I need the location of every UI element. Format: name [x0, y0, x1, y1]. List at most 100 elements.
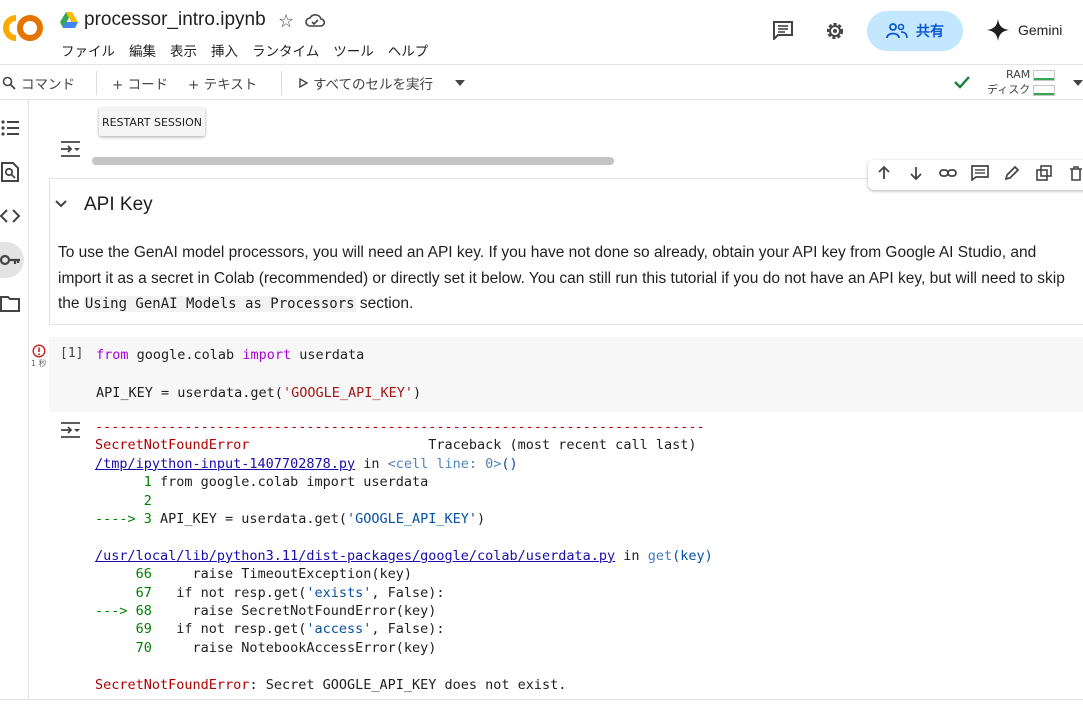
line-number: 67 — [95, 584, 161, 601]
play-icon — [299, 78, 308, 88]
menu-insert[interactable]: 挿入 — [211, 40, 238, 60]
key-icon[interactable] — [0, 249, 22, 271]
gemini-button[interactable]: Gemini — [986, 18, 1062, 42]
error-arrow: ----> 3 — [95, 511, 161, 528]
edit-cell-button[interactable] — [996, 165, 1028, 185]
error-status-icon[interactable] — [32, 344, 46, 358]
final-error-name: SecretNotFoundError — [95, 676, 250, 693]
status-bar — [0, 699, 1083, 713]
menu-bar: ファイル 編集 表示 挿入 ランタイム ツール ヘルプ — [61, 40, 442, 60]
keyword-import: import — [242, 347, 292, 363]
menu-view[interactable]: 表示 — [170, 40, 197, 60]
error-traceback-output: ----------------------------------------… — [95, 418, 713, 694]
arrow-down-icon — [910, 167, 922, 181]
line-number: 69 — [95, 621, 161, 638]
chevron-down-icon[interactable] — [454, 79, 466, 87]
gear-icon[interactable] — [823, 19, 847, 43]
ram-meter — [1033, 69, 1056, 81]
traceback-in: in — [355, 455, 388, 472]
menu-runtime[interactable]: ランタイム — [252, 40, 319, 60]
traceback-args: (key) — [672, 547, 713, 564]
source-line: raise NotebookAccessError(key) — [160, 639, 437, 656]
traceback-divider: ----------------------------------------… — [95, 419, 705, 435]
source-line: raise SecretNotFoundError(key) — [160, 603, 437, 620]
horizontal-scrollbar[interactable] — [92, 157, 614, 165]
module-name: google.colab — [128, 347, 243, 363]
add-text-button[interactable]: + テキスト — [188, 73, 257, 93]
disk-meter — [1033, 84, 1056, 96]
cloud-saved-icon[interactable] — [305, 12, 325, 28]
menu-file[interactable]: ファイル — [61, 40, 115, 60]
import-name: userdata — [291, 347, 365, 363]
ram-label: RAM — [1006, 68, 1031, 81]
run-all-label: すべてのセルを実行 — [313, 77, 434, 93]
traceback-file-link[interactable]: /tmp/ipython-input-1407702878.py — [95, 456, 355, 472]
section-heading: API Key — [84, 194, 153, 215]
cell-toolbar — [868, 160, 1083, 190]
delete-cell-button[interactable] — [1060, 165, 1083, 185]
code-text: ) — [412, 385, 422, 401]
comment-icon[interactable] — [772, 20, 794, 40]
trash-icon — [1070, 166, 1082, 181]
find-in-page-icon[interactable] — [0, 161, 22, 183]
header: processor_intro.ipynb ☆ ファイル 編集 表示 挿入 ラン… — [0, 0, 1083, 64]
add-code-button[interactable]: + コード — [112, 73, 168, 93]
arrow-up-icon — [878, 165, 890, 179]
share-button[interactable]: 共有 — [867, 11, 963, 51]
final-error-message: : Secret GOOGLE_API_KEY does not exist. — [249, 676, 567, 693]
source-line: from google.colab import userdata — [160, 474, 429, 491]
star-icon[interactable]: ☆ — [278, 11, 294, 32]
line-number: 1 — [95, 474, 161, 491]
resource-meter[interactable]: RAM ディスク — [987, 67, 1056, 97]
collapse-section-chevron-icon[interactable] — [53, 196, 69, 212]
add-comment-button[interactable] — [964, 165, 996, 185]
connected-check-icon[interactable] — [953, 74, 971, 90]
keyword-from: from — [96, 347, 129, 363]
output-toggle-icon[interactable] — [60, 140, 82, 158]
colab-logo-icon[interactable] — [0, 10, 46, 46]
error-arrow: ---> 68 — [95, 603, 161, 620]
command-palette-button[interactable]: コマンド — [2, 73, 75, 93]
add-text-label: + テキスト — [188, 77, 258, 93]
chevron-down-icon[interactable] — [1073, 79, 1083, 87]
add-code-label: + コード — [112, 77, 169, 93]
string-literal: 'access' — [306, 621, 372, 638]
command-label: コマンド — [21, 77, 75, 93]
menu-tools[interactable]: ツール — [333, 40, 374, 60]
execution-duration: 1 秒 — [31, 359, 47, 368]
markdown-paragraph: To use the GenAI model processors, you w… — [58, 240, 1068, 318]
gemini-label: Gemini — [1018, 22, 1063, 38]
traceback-in: in — [615, 547, 648, 564]
output-toggle-icon[interactable] — [60, 421, 82, 439]
traceback-paren: () — [501, 455, 518, 472]
string-literal: 'GOOGLE_API_KEY' — [346, 511, 478, 528]
line-number: 66 — [95, 566, 161, 583]
menu-edit[interactable]: 編集 — [129, 40, 156, 60]
copy-link-button[interactable] — [932, 165, 964, 185]
code-line-1: from google.colab import userdata — [96, 346, 364, 364]
source-line: if not resp.get( — [160, 584, 307, 601]
drive-icon[interactable] — [60, 12, 78, 28]
error-name: SecretNotFoundError — [95, 437, 250, 454]
execution-count[interactable]: [1] — [60, 346, 83, 361]
source-line: , False): — [371, 584, 445, 601]
run-all-button[interactable]: すべてのセルを実行 — [298, 73, 433, 93]
divider — [281, 71, 282, 95]
menu-help[interactable]: ヘルプ — [388, 40, 429, 60]
paragraph-text-end: section. — [355, 295, 414, 312]
notebook-title[interactable]: processor_intro.ipynb — [84, 9, 266, 31]
code-snippets-icon[interactable] — [0, 205, 22, 227]
comment-icon — [971, 165, 989, 182]
source-line: API_KEY = userdata.get( — [160, 511, 347, 528]
mirror-cell-button[interactable] — [1028, 165, 1060, 185]
code-text: API_KEY = userdata.get( — [96, 385, 283, 401]
disk-label: ディスク — [987, 83, 1031, 96]
traceback-file-link[interactable]: /usr/local/lib/python3.11/dist-packages/… — [95, 548, 615, 564]
move-cell-up-button[interactable] — [868, 165, 900, 185]
folder-icon[interactable] — [0, 293, 22, 315]
move-cell-down-button[interactable] — [900, 165, 932, 185]
table-of-contents-icon[interactable] — [0, 117, 22, 139]
string-literal: 'exists' — [306, 584, 372, 601]
mirror-cell-icon — [1036, 165, 1052, 181]
source-line: raise TimeoutException(key) — [160, 566, 412, 583]
